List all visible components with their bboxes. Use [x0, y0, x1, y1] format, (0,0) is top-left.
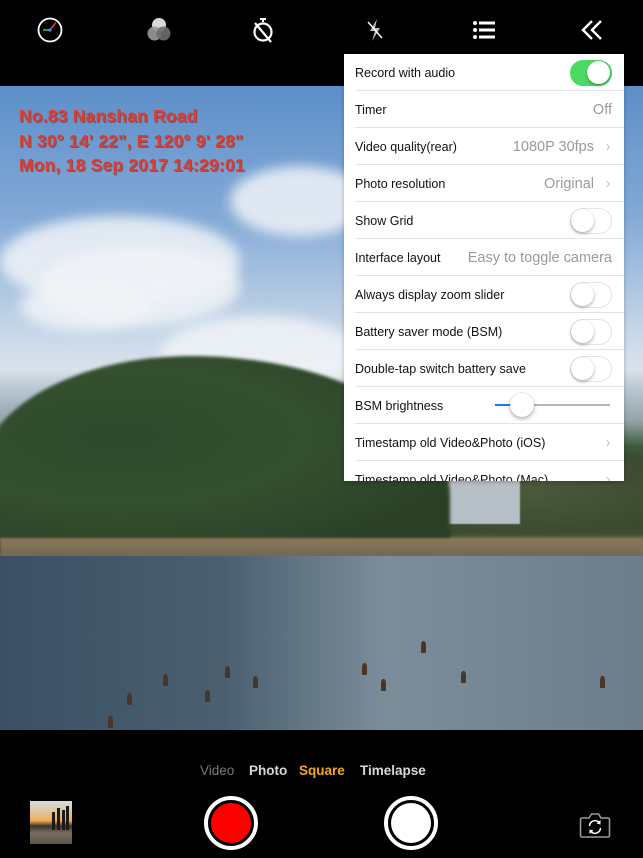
setting-value: Off — [592, 101, 612, 118]
setting-photo-resolution[interactable]: Photo resolution Original › — [344, 165, 624, 202]
top-toolbar — [0, 0, 643, 60]
record-button[interactable] — [204, 796, 258, 850]
zoom-slider-toggle[interactable] — [570, 281, 612, 308]
mode-photo[interactable]: Photo — [249, 763, 287, 778]
setting-label: Timestamp old Video&Photo (iOS) — [355, 435, 546, 450]
setting-interface-layout[interactable]: Interface layout Easy to toggle camera — [344, 239, 624, 276]
color-filter-icon[interactable] — [143, 14, 175, 46]
setting-label: Battery saver mode (BSM) — [355, 324, 503, 339]
setting-label: BSM brightness — [355, 398, 444, 413]
setting-label: Always display zoom slider — [355, 287, 505, 302]
setting-label: Photo resolution — [355, 176, 446, 191]
timer-off-icon[interactable] — [247, 14, 279, 46]
chevron-right-icon: › — [605, 471, 611, 481]
setting-value: Original — [544, 175, 594, 192]
mode-video[interactable]: Video — [200, 763, 234, 778]
setting-label: Interface layout — [355, 250, 441, 265]
settings-popover: Record with audio Timer Off Video qualit… — [344, 54, 624, 481]
setting-label: Timer — [355, 102, 387, 117]
double-tap-toggle[interactable] — [570, 355, 612, 382]
chevron-right-icon: › — [605, 175, 611, 192]
setting-video-quality[interactable]: Video quality(rear) 1080P 30fps › — [344, 128, 624, 165]
record-audio-toggle[interactable] — [570, 59, 612, 86]
chevron-right-icon: › — [605, 434, 611, 451]
setting-record-with-audio[interactable]: Record with audio — [344, 54, 624, 91]
switch-camera-icon[interactable] — [579, 810, 611, 840]
bottom-controls: Video Photo Square Timelapse — [0, 730, 643, 858]
setting-value: 1080P 30fps — [512, 138, 594, 155]
settings-list-icon[interactable] — [468, 14, 500, 46]
mode-timelapse[interactable]: Timelapse — [360, 763, 426, 778]
setting-bsm-brightness: BSM brightness — [344, 387, 624, 424]
setting-always-display-zoom-slider[interactable]: Always display zoom slider — [344, 276, 624, 313]
show-grid-toggle[interactable] — [570, 207, 612, 234]
slider-thumb[interactable] — [510, 393, 535, 417]
setting-value: Easy to toggle camera — [467, 249, 612, 266]
setting-label: Show Grid — [355, 213, 414, 228]
setting-timer[interactable]: Timer Off — [344, 91, 624, 128]
setting-label: Video quality(rear) — [355, 139, 457, 154]
flash-off-icon[interactable] — [359, 14, 391, 46]
setting-show-grid[interactable]: Show Grid — [344, 202, 624, 239]
setting-double-tap-battery-save[interactable]: Double-tap switch battery save — [344, 350, 624, 387]
collapse-chevrons-icon[interactable] — [576, 14, 608, 46]
shutter-button[interactable] — [384, 796, 438, 850]
setting-label: Timestamp old Video&Photo (Mac) — [355, 472, 549, 482]
setting-timestamp-ios[interactable]: Timestamp old Video&Photo (iOS) › — [344, 424, 624, 461]
level-gauge-icon[interactable] — [34, 14, 66, 46]
stamp-datetime: Mon, 18 Sep 2017 14:29:01 — [19, 155, 245, 175]
setting-label: Double-tap switch battery save — [355, 361, 526, 376]
stamp-coordinates: N 30° 14' 22", E 120° 9' 28" — [19, 131, 244, 151]
capture-mode-selector: Video Photo Square Timelapse — [0, 763, 643, 781]
mode-square[interactable]: Square — [299, 763, 345, 778]
battery-saver-toggle[interactable] — [570, 318, 612, 345]
stamp-address: No.83 Nanshan Road — [19, 106, 198, 126]
setting-timestamp-mac[interactable]: Timestamp old Video&Photo (Mac) › — [344, 461, 624, 481]
bsm-brightness-slider[interactable] — [495, 393, 610, 417]
setting-battery-saver-mode[interactable]: Battery saver mode (BSM) — [344, 313, 624, 350]
last-photo-thumbnail[interactable] — [30, 801, 72, 844]
chevron-right-icon: › — [605, 138, 611, 155]
setting-label: Record with audio — [355, 65, 456, 80]
